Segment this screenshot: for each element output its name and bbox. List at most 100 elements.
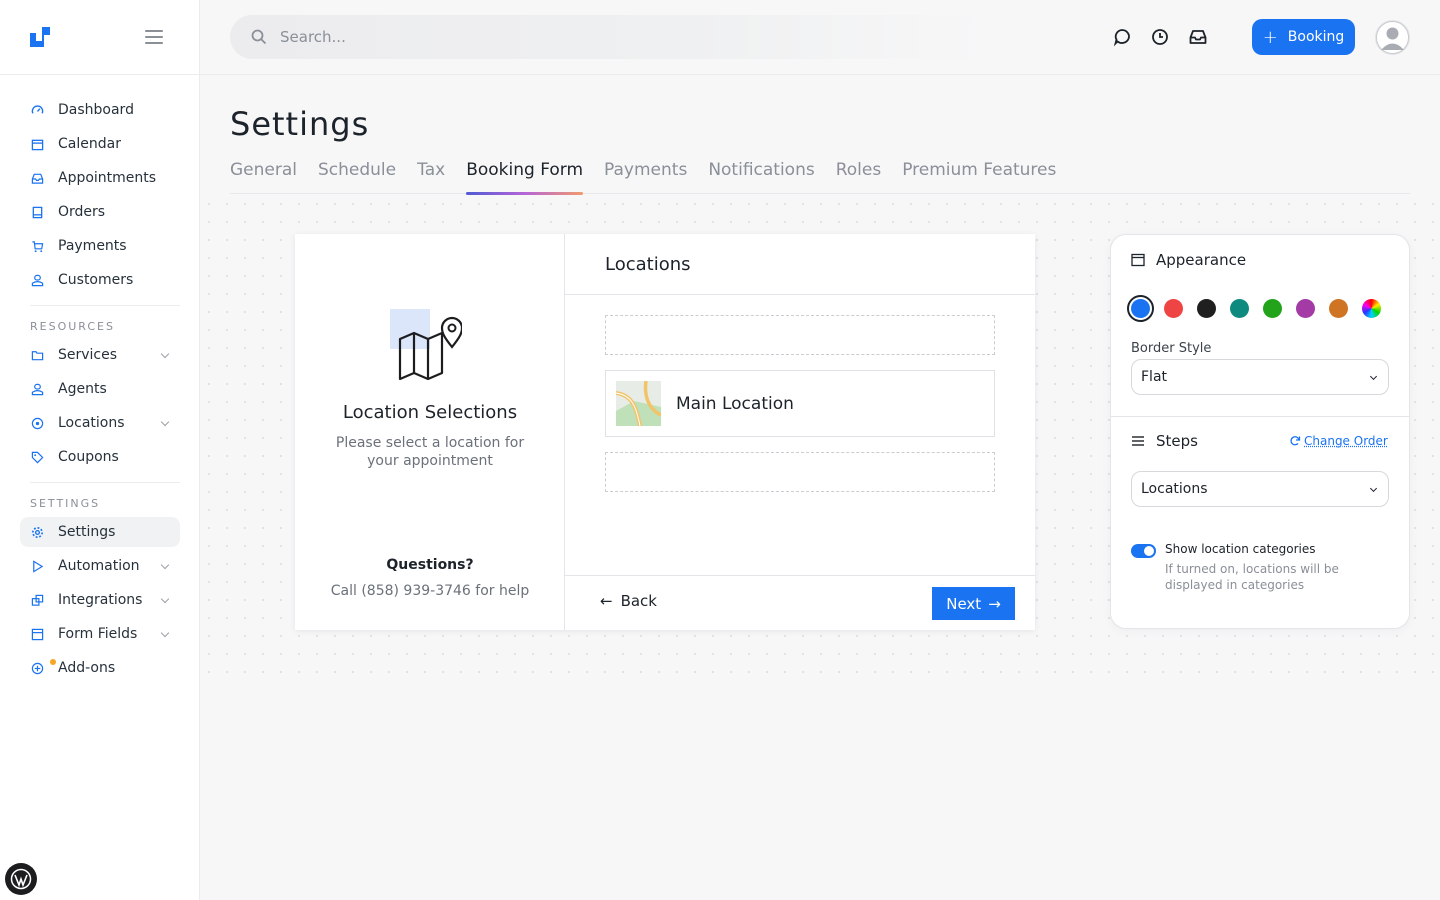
sidebar-item-settings[interactable]: Settings	[20, 517, 180, 547]
menu-toggle-icon[interactable]	[145, 30, 163, 44]
step-description: Please select a location for your appoin…	[335, 435, 525, 469]
notification-dot	[50, 659, 56, 665]
integrations-icon	[30, 593, 44, 607]
sidebar-item-locations[interactable]: Locations	[20, 408, 180, 438]
sidebar-item-label: Settings	[58, 524, 116, 540]
color-swatch-red[interactable]	[1164, 299, 1183, 318]
sidebar-item-integrations[interactable]: Integrations	[20, 585, 180, 615]
sidebar: Dashboard Calendar Appointments Orders P…	[0, 0, 200, 900]
tab-payments[interactable]: Payments	[604, 160, 687, 194]
appearance-header: Appearance	[1131, 251, 1246, 269]
sidebar-item-customers[interactable]: Customers	[20, 265, 180, 295]
color-swatch-blue[interactable]	[1127, 295, 1154, 322]
sidebar-item-label: Integrations	[58, 592, 143, 608]
sidebar-item-automation[interactable]: Automation	[20, 551, 180, 581]
sidebar-item-label: Payments	[58, 238, 127, 254]
change-order-link[interactable]: Change Order	[1289, 434, 1388, 448]
user-icon	[30, 273, 44, 287]
chevron-down-icon	[1369, 372, 1378, 381]
location-option[interactable]: Main Location	[605, 370, 995, 437]
tab-booking-form[interactable]: Booking Form	[466, 160, 583, 195]
play-icon	[30, 559, 44, 573]
wordpress-icon[interactable]	[5, 863, 37, 895]
questions-contact: Call (858) 939-3746 for help	[330, 583, 530, 599]
receipt-icon	[30, 205, 44, 219]
booking-form-preview: Location Selections Please select a loca…	[295, 234, 1035, 630]
form-icon	[30, 627, 44, 641]
sidebar-item-label: Customers	[58, 272, 134, 288]
location-name: Main Location	[676, 393, 794, 414]
topbar: + Booking	[200, 0, 1440, 75]
step-select[interactable]: Locations	[1131, 471, 1389, 507]
search-input[interactable]	[280, 28, 880, 46]
tab-premium-features[interactable]: Premium Features	[902, 160, 1056, 194]
sidebar-item-coupons[interactable]: Coupons	[20, 442, 180, 472]
chevron-down-icon[interactable]	[160, 417, 170, 427]
sidebar-item-label: Dashboard	[58, 102, 134, 118]
list-icon	[1132, 436, 1144, 446]
change-order-label: Change Order	[1304, 434, 1388, 448]
tab-general[interactable]: General	[230, 160, 297, 194]
step-footer: ← Back Next →	[565, 575, 1035, 630]
color-swatch-purple[interactable]	[1296, 299, 1315, 318]
new-booking-button[interactable]: + Booking	[1252, 19, 1355, 55]
plus-circle-icon	[30, 661, 44, 675]
appearance-title: Appearance	[1156, 251, 1247, 269]
placeholder-slot	[605, 315, 995, 355]
refresh-icon	[1290, 436, 1301, 446]
toggle-title: Show location categories	[1165, 542, 1316, 556]
chevron-down-icon[interactable]	[160, 594, 170, 604]
next-label: Next	[946, 594, 982, 613]
app-logo[interactable]	[30, 27, 50, 47]
tab-notifications[interactable]: Notifications	[708, 160, 814, 194]
sidebar-item-services[interactable]: Services	[20, 340, 180, 370]
color-swatch-green[interactable]	[1263, 299, 1282, 318]
tab-roles[interactable]: Roles	[836, 160, 882, 194]
custom-color-picker[interactable]	[1362, 299, 1381, 318]
sidebar-item-orders[interactable]: Orders	[20, 197, 180, 227]
sidebar-item-form-fields[interactable]: Form Fields	[20, 619, 180, 649]
border-style-select[interactable]: Flat	[1131, 359, 1389, 395]
show-location-categories-toggle[interactable]	[1131, 544, 1156, 558]
sidebar-item-payments[interactable]: Payments	[20, 231, 180, 261]
color-swatch-black[interactable]	[1197, 299, 1216, 318]
inbox-icon	[30, 171, 44, 185]
border-style-label: Border Style	[1131, 341, 1212, 356]
color-swatch-teal[interactable]	[1230, 299, 1249, 318]
toggle-description: If turned on, locations will be displaye…	[1165, 562, 1339, 592]
chevron-down-icon[interactable]	[160, 349, 170, 359]
map-icon	[390, 309, 462, 381]
sidebar-nav: Dashboard Calendar Appointments Orders P…	[20, 95, 180, 687]
clock-icon[interactable]	[1150, 27, 1170, 47]
sidebar-item-label: Coupons	[58, 449, 119, 465]
cart-icon	[30, 239, 44, 253]
color-swatch-orange[interactable]	[1329, 299, 1348, 318]
chevron-down-icon[interactable]	[160, 560, 170, 570]
chevron-down-icon[interactable]	[160, 628, 170, 638]
next-button[interactable]: Next →	[932, 587, 1015, 620]
chat-icon[interactable]	[1112, 27, 1132, 47]
sidebar-item-add-ons[interactable]: Add-ons	[20, 653, 180, 683]
sidebar-item-dashboard[interactable]: Dashboard	[20, 95, 180, 125]
sidebar-item-calendar[interactable]: Calendar	[20, 129, 180, 159]
pin-icon	[30, 416, 44, 430]
plus-icon: +	[1262, 26, 1278, 48]
section-label-settings: SETTINGS	[30, 497, 101, 510]
sidebar-item-label: Automation	[58, 558, 140, 574]
step-title: Location Selections	[342, 402, 518, 423]
inbox-icon[interactable]	[1188, 27, 1208, 47]
sidebar-item-agents[interactable]: Agents	[20, 374, 180, 404]
sidebar-item-label: Form Fields	[58, 626, 138, 642]
step-content-panel: Locations Main Location ← Back Next →	[565, 234, 1035, 630]
location-map-thumbnail	[616, 381, 661, 426]
color-swatches	[1127, 295, 1395, 322]
sidebar-header	[0, 0, 199, 75]
sidebar-item-appointments[interactable]: Appointments	[20, 163, 180, 193]
tab-tax[interactable]: Tax	[417, 160, 445, 194]
back-button[interactable]: ← Back	[600, 592, 657, 610]
agent-icon	[30, 382, 44, 396]
sidebar-item-label: Agents	[58, 381, 107, 397]
avatar[interactable]	[1375, 20, 1410, 55]
search-bar[interactable]	[230, 15, 990, 59]
tab-schedule[interactable]: Schedule	[318, 160, 396, 194]
